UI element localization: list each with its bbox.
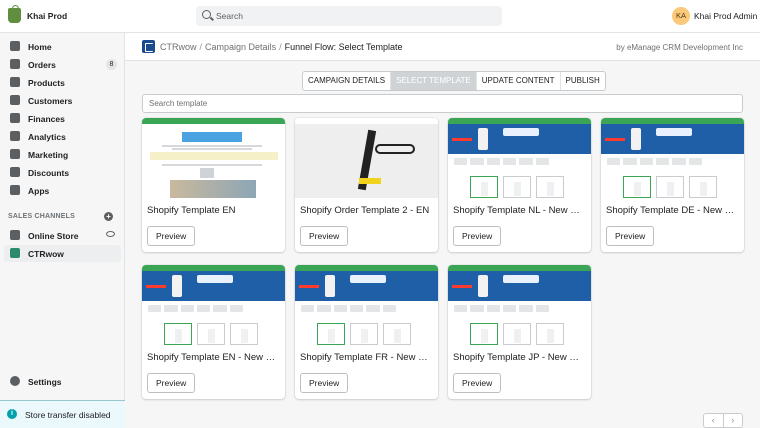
sidebar-item-label: Online Store — [28, 231, 79, 241]
customers-icon — [10, 95, 20, 105]
sidebar-item-products[interactable]: Products — [4, 74, 121, 91]
sidebar-item-label: Settings — [28, 377, 62, 387]
home-icon — [10, 41, 20, 51]
page-title: Funnel Flow: Select Template — [284, 42, 403, 52]
sidebar-item-label: Analytics — [28, 132, 66, 142]
breadcrumb-separator: / — [199, 42, 203, 52]
global-search-input[interactable]: Search — [196, 6, 502, 26]
template-title: Shopify Template NL - New GS ... — [453, 205, 586, 216]
sidebar-item-customers[interactable]: Customers — [4, 92, 121, 109]
notice-text: Store transfer disabled — [25, 410, 111, 420]
store-transfer-notice[interactable]: i Store transfer disabled — [0, 400, 125, 428]
sidebar-item-home[interactable]: Home — [4, 38, 121, 55]
preview-button[interactable]: Preview — [147, 226, 196, 246]
sidebar-item-label: Discounts — [28, 168, 70, 178]
sidebar-item-analytics[interactable]: Analytics — [4, 128, 121, 145]
sidebar-item-marketing[interactable]: Marketing — [4, 146, 121, 163]
sidebar-item-label: Home — [28, 42, 52, 52]
template-thumbnail[interactable] — [448, 265, 591, 345]
search-placeholder: Search — [216, 11, 243, 21]
preview-button[interactable]: Preview — [453, 226, 502, 246]
template-title: Shopify Template EN - New GS ... — [147, 352, 280, 363]
preview-button[interactable]: Preview — [147, 373, 196, 393]
preview-button[interactable]: Preview — [300, 226, 349, 246]
sidebar-item-ctrwow[interactable]: CTRwow — [4, 245, 121, 262]
tab-publish[interactable]: PUBLISH — [561, 72, 605, 90]
ctrwow-app-icon — [142, 40, 155, 53]
preview-button[interactable]: Preview — [453, 373, 502, 393]
step-tabs: CAMPAIGN DETAILS SELECT TEMPLATE UPDATE … — [302, 71, 606, 91]
preview-button[interactable]: Preview — [606, 226, 655, 246]
breadcrumb-campaign-details[interactable]: Campaign Details — [205, 42, 276, 52]
template-card[interactable]: Shopify Template JP - New GS ... Preview — [448, 265, 591, 399]
user-name[interactable]: Khai Prod Admin — [694, 11, 757, 21]
eye-icon[interactable] — [106, 231, 115, 237]
template-thumbnail[interactable] — [142, 265, 285, 345]
marketing-icon — [10, 149, 20, 159]
top-bar: Khai Prod Search KA Khai Prod Admin — [0, 0, 760, 33]
finances-icon — [10, 113, 20, 123]
apps-icon — [10, 185, 20, 195]
page-header: CTRwow / Campaign Details / Funnel Flow: Sel… — [125, 33, 760, 61]
shopify-logo-icon[interactable] — [8, 5, 21, 23]
breadcrumb-separator: / — [279, 42, 282, 52]
template-thumbnail[interactable] — [295, 265, 438, 345]
store-name[interactable]: Khai Prod — [27, 11, 67, 21]
template-card[interactable]: Shopify Template EN - New GS ... Preview — [142, 265, 285, 399]
sidebar-item-discounts[interactable]: Discounts — [4, 164, 121, 181]
template-thumbnail[interactable] — [142, 118, 285, 198]
sidebar-item-label: Finances — [28, 114, 65, 124]
search-icon — [202, 10, 211, 19]
products-icon — [10, 77, 20, 87]
breadcrumb: CTRwow / Campaign Details / Funnel Flow: Sel… — [160, 42, 403, 52]
preview-button[interactable]: Preview — [300, 373, 349, 393]
sidebar-item-finances[interactable]: Finances — [4, 110, 121, 127]
sidebar-item-label: Products — [28, 78, 65, 88]
template-thumbnail[interactable] — [448, 118, 591, 198]
breadcrumb-ctrwow[interactable]: CTRwow — [160, 42, 197, 52]
template-card[interactable]: Shopify Order Template 2 - EN Preview — [295, 118, 438, 252]
template-card[interactable]: Shopify Template EN Preview — [142, 118, 285, 252]
orders-icon — [10, 59, 20, 69]
template-title: Shopify Template EN — [147, 205, 236, 216]
tab-select-template[interactable]: SELECT TEMPLATE — [391, 72, 477, 90]
tab-campaign-details[interactable]: CAMPAIGN DETAILS — [303, 72, 392, 90]
template-title: Shopify Order Template 2 - EN — [300, 205, 430, 216]
sidebar-item-online-store[interactable]: Online Store — [4, 227, 121, 244]
sales-channels-title: SALES CHANNELS — [8, 213, 75, 220]
template-thumbnail[interactable] — [601, 118, 744, 198]
ctrwow-icon — [10, 248, 20, 258]
sidebar-item-label: Orders — [28, 60, 56, 70]
sidebar-item-label: Customers — [28, 96, 73, 106]
tab-update-content[interactable]: UPDATE CONTENT — [477, 72, 561, 90]
developer-credit: by eManage CRM Development Inc — [616, 43, 743, 52]
template-card[interactable]: Shopify Template NL - New GS ... Preview — [448, 118, 591, 252]
prev-page-button[interactable]: ‹ — [704, 414, 724, 427]
template-title: Shopify Template FR - New GS ... — [300, 352, 433, 363]
sidebar-item-settings[interactable]: Settings — [4, 373, 121, 390]
pagination: ‹ › — [703, 413, 743, 428]
sidebar-item-orders[interactable]: Orders 8 — [4, 56, 121, 73]
store-icon — [10, 230, 20, 240]
sidebar-item-label: Marketing — [28, 150, 69, 160]
sidebar: Home Orders 8 Products Customers Finance… — [0, 33, 125, 428]
gear-icon — [10, 376, 20, 386]
sidebar-item-apps[interactable]: Apps — [4, 182, 121, 199]
template-thumbnail[interactable] — [295, 118, 438, 198]
info-icon: i — [7, 409, 17, 419]
discounts-icon — [10, 167, 20, 177]
template-title: Shopify Template JP - New GS ... — [453, 352, 586, 363]
template-title: Shopify Template DE - New GS ... — [606, 205, 739, 216]
next-page-button[interactable]: › — [724, 414, 743, 427]
template-card[interactable]: Shopify Template FR - New GS ... Preview — [295, 265, 438, 399]
analytics-icon — [10, 131, 20, 141]
template-card[interactable]: Shopify Template DE - New GS ... Preview — [601, 118, 744, 252]
orders-count-badge: 8 — [106, 59, 117, 70]
add-channel-plus-icon[interactable]: + — [104, 212, 113, 221]
avatar[interactable]: KA — [672, 7, 690, 25]
sidebar-item-label: Apps — [28, 186, 50, 196]
template-search-input[interactable]: Search template — [142, 94, 743, 113]
template-search-placeholder: Search template — [149, 99, 208, 108]
sidebar-item-label: CTRwow — [28, 249, 64, 259]
